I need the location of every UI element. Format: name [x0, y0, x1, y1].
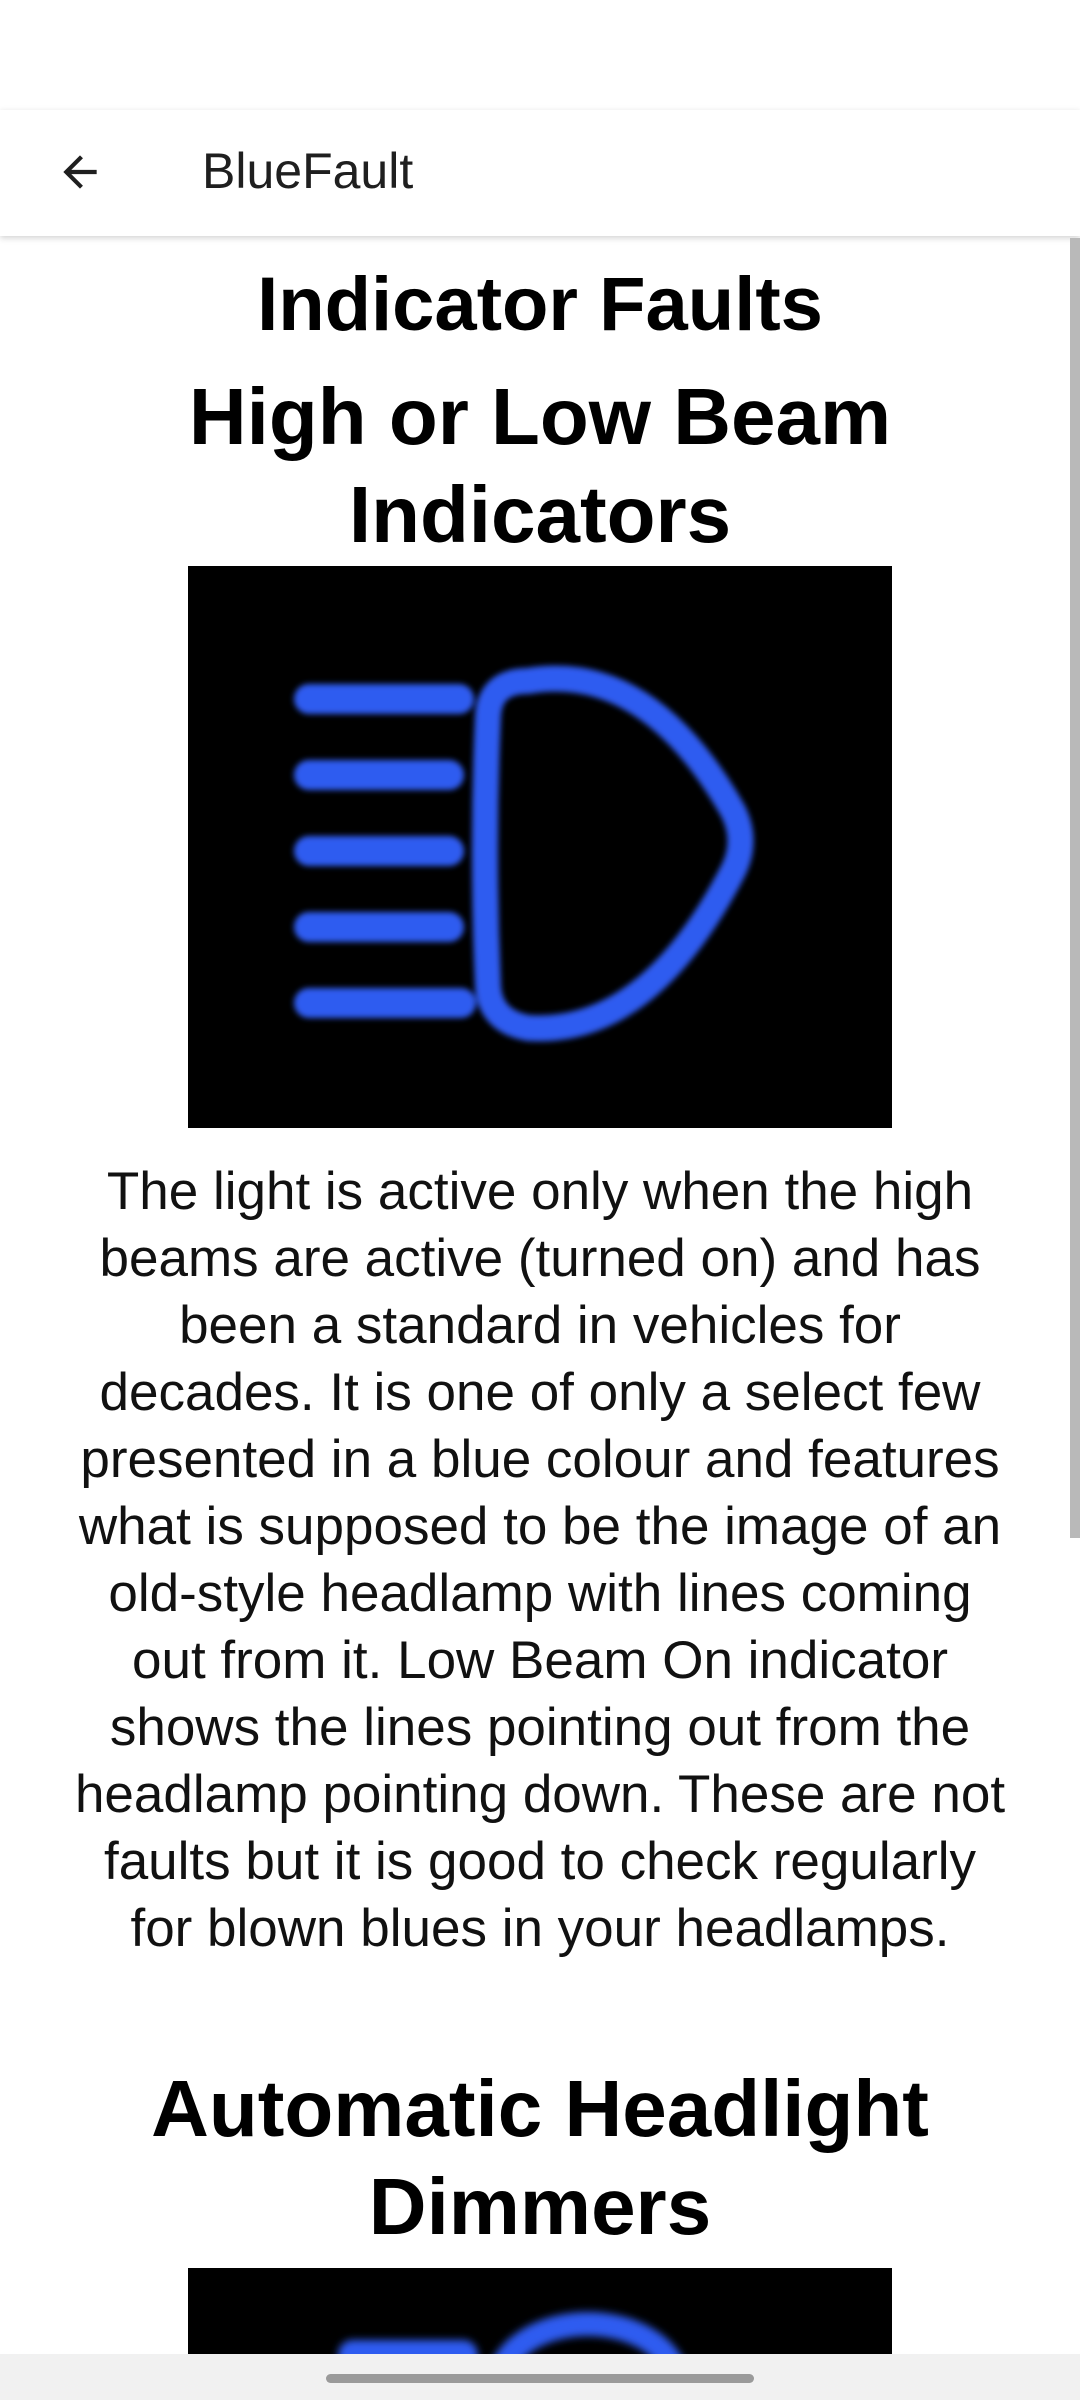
article-content: Indicator Faults High or Low Beam Indica… [0, 238, 1080, 2354]
arrow-left-icon [63, 155, 97, 189]
page-heading: Indicator Faults [257, 262, 823, 347]
section-heading-high-low-beam: High or Low Beam Indicators [188, 372, 892, 559]
app-title: BlueFault [202, 143, 414, 199]
home-indicator[interactable] [326, 2374, 754, 2383]
scrollbar-thumb[interactable] [1070, 238, 1080, 1538]
headlight-dimmer-icon [188, 2268, 892, 2354]
app-bar: BlueFault [0, 110, 1080, 236]
status-bar [0, 0, 1080, 110]
section-heading-automatic-dimmers: Automatic Headlight Dimmers [151, 2064, 929, 2251]
gesture-nav-bar [0, 2354, 1080, 2400]
high-beam-headlamp-icon [188, 566, 892, 1128]
back-button[interactable] [38, 130, 122, 214]
beam-description: The light is active only when the high b… [74, 1162, 1006, 1958]
